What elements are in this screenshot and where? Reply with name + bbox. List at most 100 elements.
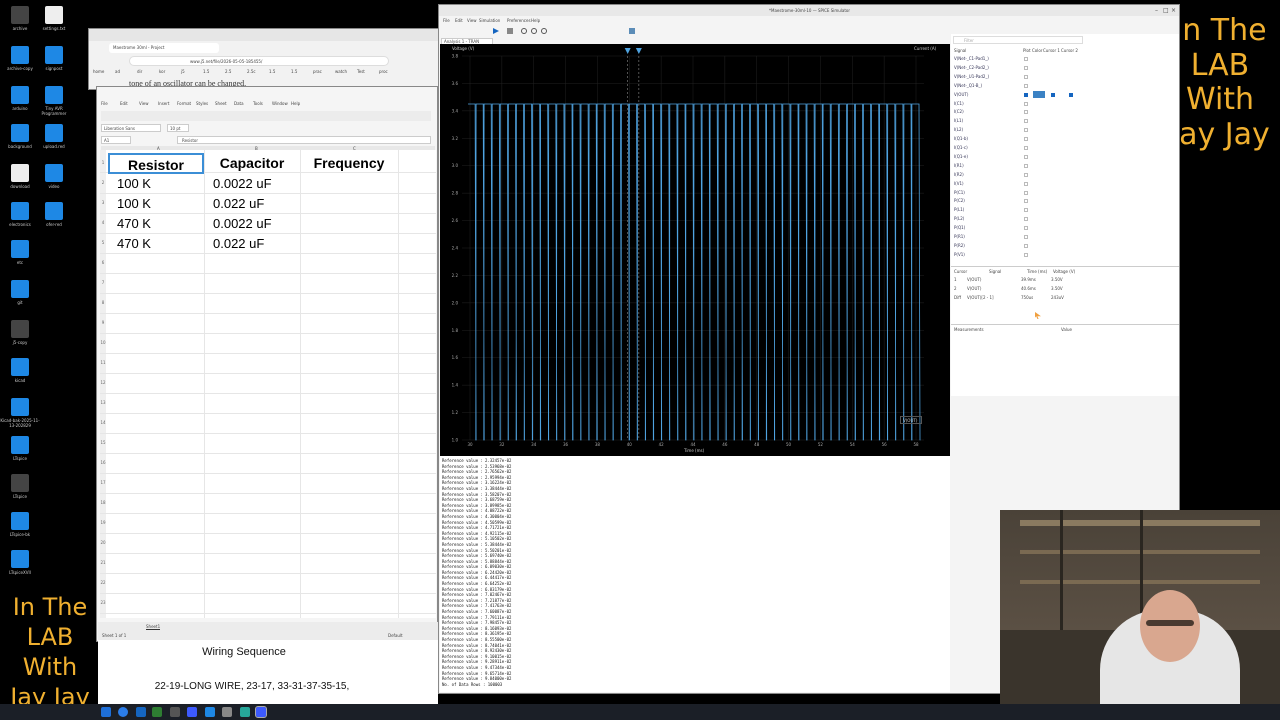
- table-cell[interactable]: 0.022 uF: [204, 234, 300, 254]
- run-icon[interactable]: [493, 28, 499, 34]
- signal-row[interactable]: P(C1): [954, 190, 965, 195]
- cursor-2-handle[interactable]: [635, 48, 642, 54]
- empty-row[interactable]: [100, 494, 436, 514]
- table-cell[interactable]: 100 K: [108, 194, 204, 214]
- table-cell[interactable]: [300, 174, 398, 194]
- signal-row[interactable]: P(R2): [954, 243, 965, 248]
- bookmark-item[interactable]: 1.5: [203, 69, 209, 74]
- row-number[interactable]: 10: [100, 340, 106, 345]
- menu-item[interactable]: Sheet: [215, 101, 227, 106]
- plot-checkbox[interactable]: [1024, 119, 1028, 124]
- bookmark-item[interactable]: 2.5c: [247, 69, 256, 74]
- signal-row[interactable]: V(Net-_C1-Pad1_): [954, 56, 989, 61]
- plot-checkbox[interactable]: [1024, 208, 1028, 213]
- desktop-icon[interactable]: j5-copy: [0, 320, 40, 345]
- zoom-in-icon[interactable]: [521, 28, 527, 34]
- row-number[interactable]: 14: [100, 420, 106, 425]
- font-size-box[interactable]: 10 pt: [167, 124, 189, 132]
- bookmark-item[interactable]: ad: [115, 69, 120, 74]
- cursor-checkbox[interactable]: [1069, 92, 1073, 97]
- desktop-icon[interactable]: video: [34, 164, 74, 189]
- plot-checkbox[interactable]: [1024, 128, 1028, 133]
- desktop-icon[interactable]: LTspice: [0, 474, 40, 499]
- signal-row[interactable]: P(Q1): [954, 225, 965, 230]
- table-cell[interactable]: [300, 214, 398, 234]
- plot-checkbox[interactable]: [1024, 199, 1028, 204]
- signal-row[interactable]: I(C1): [954, 101, 964, 106]
- desktop-icon[interactable]: signpost: [34, 46, 74, 71]
- desktop-icon[interactable]: LTspiceXVII: [0, 550, 40, 575]
- row-number[interactable]: 23: [100, 600, 106, 605]
- signal-row[interactable]: V(Net-_Q1-B_): [954, 83, 982, 88]
- plot-checkbox[interactable]: [1024, 92, 1028, 97]
- zoom-out-icon[interactable]: [531, 28, 537, 34]
- stop-icon[interactable]: [507, 28, 513, 34]
- plot-checkbox[interactable]: [1024, 83, 1028, 88]
- signal-row[interactable]: I(R1): [954, 163, 964, 168]
- row-number[interactable]: 8: [100, 300, 106, 305]
- files-icon[interactable]: [136, 707, 146, 717]
- font-name-box[interactable]: Liberation Sans: [101, 124, 161, 132]
- bookmark-item[interactable]: home: [93, 69, 104, 74]
- desktop-icon[interactable]: Tiny AVR Programmer: [34, 86, 74, 116]
- menu-item[interactable]: Format: [177, 101, 191, 106]
- signal-row[interactable]: I(R2): [954, 172, 964, 177]
- menu-item[interactable]: Tools: [253, 101, 263, 106]
- plot-checkbox[interactable]: [1024, 101, 1028, 106]
- empty-row[interactable]: [100, 314, 436, 334]
- row-number[interactable]: 6: [100, 260, 106, 265]
- row-number[interactable]: 3: [100, 200, 106, 205]
- plot-checkbox[interactable]: [1024, 252, 1028, 257]
- table-cell[interactable]: 470 K: [108, 234, 204, 254]
- bookmark-item[interactable]: kor: [159, 69, 165, 74]
- menu-item[interactable]: Simulation: [479, 18, 500, 23]
- kicad-icon[interactable]: [187, 707, 197, 717]
- desktop-icon[interactable]: settings.txt: [34, 6, 74, 31]
- signal-row[interactable]: P(L1): [954, 207, 964, 212]
- menu-item[interactable]: View: [139, 101, 149, 106]
- menu-item[interactable]: Styles: [196, 101, 208, 106]
- desktop-icon[interactable]: ofer-red: [34, 202, 74, 227]
- signal-row[interactable]: I(Q1-c): [954, 145, 968, 150]
- row-number[interactable]: 2: [100, 180, 106, 185]
- signal-row[interactable]: V(OUT): [954, 92, 968, 97]
- sheet-tab[interactable]: Sheet1: [146, 624, 161, 630]
- plot-checkbox[interactable]: [1024, 154, 1028, 159]
- empty-row[interactable]: [100, 534, 436, 554]
- app-icon[interactable]: [240, 707, 250, 717]
- plot-checkbox[interactable]: [1024, 146, 1028, 150]
- signal-row[interactable]: I(Q1-b): [954, 136, 968, 141]
- row-number[interactable]: 11: [100, 360, 106, 365]
- row-number[interactable]: 13: [100, 400, 106, 405]
- desktop-icon[interactable]: etc: [0, 240, 40, 265]
- browser-window[interactable]: Maestrome 30ml - Project www.j5.net/file…: [88, 28, 440, 90]
- signal-row[interactable]: V(Net-_C2-Pad2_): [954, 65, 989, 70]
- waveform-canvas[interactable]: 3.8 3.6 3.4 3.2 3.0 2.8 2.6 2.4 2.2 2.0 1.8 1.6 1.4 1…: [440, 44, 950, 456]
- empty-row[interactable]: [100, 374, 436, 394]
- row-number[interactable]: 22: [100, 580, 106, 585]
- cursor-1-handle[interactable]: [624, 48, 631, 54]
- plot-checkbox[interactable]: [1024, 190, 1028, 195]
- empty-row[interactable]: [100, 434, 436, 454]
- menu-item[interactable]: Edit: [120, 101, 128, 106]
- desktop-icon[interactable]: git: [0, 280, 40, 305]
- browser-tab[interactable]: Maestrome 30ml - Project: [109, 43, 219, 53]
- minimize-icon[interactable]: –: [1155, 7, 1158, 14]
- menu-item[interactable]: File: [101, 101, 108, 106]
- bookmark-item[interactable]: 2.5: [225, 69, 231, 74]
- bookmark-item[interactable]: j5: [181, 69, 185, 74]
- table-cell[interactable]: [300, 234, 398, 254]
- bookmark-item[interactable]: watch: [335, 69, 347, 74]
- color-swatch[interactable]: [1033, 90, 1045, 98]
- table-cell[interactable]: 100 K: [108, 174, 204, 194]
- row-number[interactable]: 18: [100, 500, 106, 505]
- desktop-icon[interactable]: LTspice-bk: [0, 512, 40, 537]
- table-cell[interactable]: 0.0022 uF: [204, 214, 300, 234]
- grid-icon[interactable]: [629, 28, 635, 34]
- empty-row[interactable]: [100, 454, 436, 474]
- bookmark-item[interactable]: 1.5: [269, 69, 275, 74]
- row-number[interactable]: 15: [100, 440, 106, 445]
- plot-checkbox[interactable]: [1024, 226, 1028, 231]
- row-number[interactable]: 4: [100, 220, 106, 225]
- desktop-icon[interactable]: LTspice: [0, 436, 40, 461]
